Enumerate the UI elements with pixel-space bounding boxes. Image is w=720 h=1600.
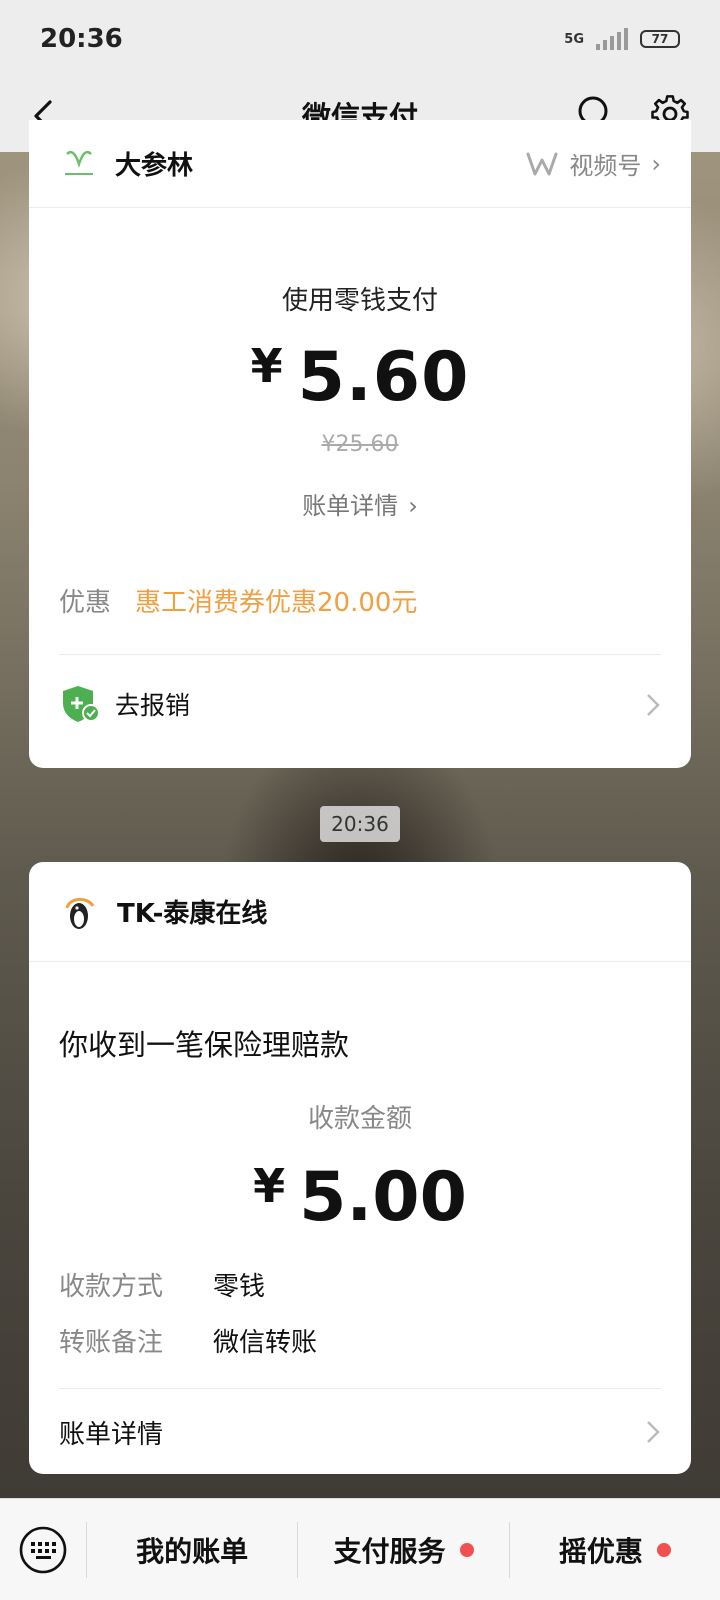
claim-card[interactable]: TK-泰康在线 你收到一笔保险理赔款 收款金额 ¥5.00 收款方式 零钱 转账… <box>29 862 691 1474</box>
menu-my-bills[interactable]: 我的账单 <box>87 1499 297 1600</box>
discount-value: 惠工消费券优惠20.00元 <box>135 588 418 618</box>
keyboard-icon <box>19 1526 67 1573</box>
divider <box>59 1388 661 1389</box>
status-bar: 20:36 5G 77 <box>0 0 720 78</box>
battery-level: 77 <box>651 32 669 46</box>
menu-pay-services[interactable]: 支付服务 <box>298 1499 508 1600</box>
bill-detail-label: 账单详情 <box>59 1419 164 1450</box>
bill-detail-label: 账单详情 <box>302 492 399 520</box>
chevron-right-icon <box>647 1421 660 1443</box>
bill-detail-row[interactable]: 账单详情 <box>59 1410 661 1454</box>
info-label: 转账备注 <box>59 1328 164 1358</box>
amount-value: 5.60 <box>297 338 470 417</box>
card-header[interactable]: 大参林 视频号 › <box>29 120 691 208</box>
received-amount: ¥5.00 <box>29 1158 691 1237</box>
notification-dot <box>656 1542 671 1557</box>
shield-plus-icon <box>63 686 100 722</box>
paid-amount: ¥5.60 <box>29 338 691 417</box>
chevron-right-icon: › <box>408 492 418 520</box>
status-indicators: 5G 77 <box>564 28 680 50</box>
menu-shake-deals[interactable]: 摇优惠 <box>510 1499 720 1600</box>
channel-label: 视频号 <box>569 152 642 180</box>
menu-label: 支付服务 <box>333 1534 446 1568</box>
status-time: 20:36 <box>40 24 123 54</box>
discount-row: 优惠 惠工消费券优惠20.00元 <box>59 582 417 619</box>
channel-link[interactable]: 视频号 › <box>525 146 661 181</box>
divider <box>59 654 661 655</box>
payment-card[interactable]: 大参林 视频号 › 使用零钱支付 ¥5.60 ¥25.60 账单详情 › 优惠 惠… <box>29 120 691 768</box>
merchant-logo-icon <box>65 150 93 175</box>
info-value: 微信转账 <box>213 1328 318 1358</box>
channels-icon <box>526 152 558 175</box>
info-row-method: 收款方式 零钱 <box>59 1266 265 1303</box>
currency-symbol: ¥ <box>250 339 284 393</box>
message-timestamp: 20:36 <box>320 806 400 842</box>
merchant-logo-icon <box>65 897 95 929</box>
menu-label: 摇优惠 <box>558 1534 643 1568</box>
pay-method: 使用零钱支付 <box>281 286 438 316</box>
original-amount: ¥25.60 <box>321 432 399 457</box>
bill-detail-link[interactable]: 账单详情 › <box>29 486 691 521</box>
chevron-right-icon: › <box>651 149 661 178</box>
merchant-name: TK-泰康在线 <box>117 899 268 929</box>
amount-value: 5.00 <box>299 1158 467 1237</box>
receive-label: 收款金额 <box>307 1104 412 1134</box>
notice-title: 你收到一笔保险理赔款 <box>59 1028 350 1062</box>
keyboard-toggle[interactable] <box>0 1499 86 1600</box>
merchant-name: 大参林 <box>115 151 194 181</box>
info-row-remark: 转账备注 微信转账 <box>59 1322 317 1359</box>
chevron-right-icon <box>647 694 660 716</box>
reimburse-label: 去报销 <box>115 691 191 720</box>
card-header[interactable]: TK-泰康在线 <box>29 862 691 962</box>
signal-icon <box>596 28 628 50</box>
battery-icon: 77 <box>640 30 680 48</box>
menu-label: 我的账单 <box>136 1534 249 1568</box>
info-value: 零钱 <box>213 1272 266 1302</box>
reimburse-row[interactable]: 去报销 <box>59 680 661 728</box>
bottom-menu-bar: 我的账单 支付服务 摇优惠 <box>0 1498 720 1600</box>
discount-label: 优惠 <box>59 588 112 618</box>
notification-dot <box>459 1542 474 1557</box>
currency-symbol: ¥ <box>253 1159 286 1213</box>
network-type: 5G <box>564 31 584 47</box>
info-label: 收款方式 <box>59 1272 164 1302</box>
